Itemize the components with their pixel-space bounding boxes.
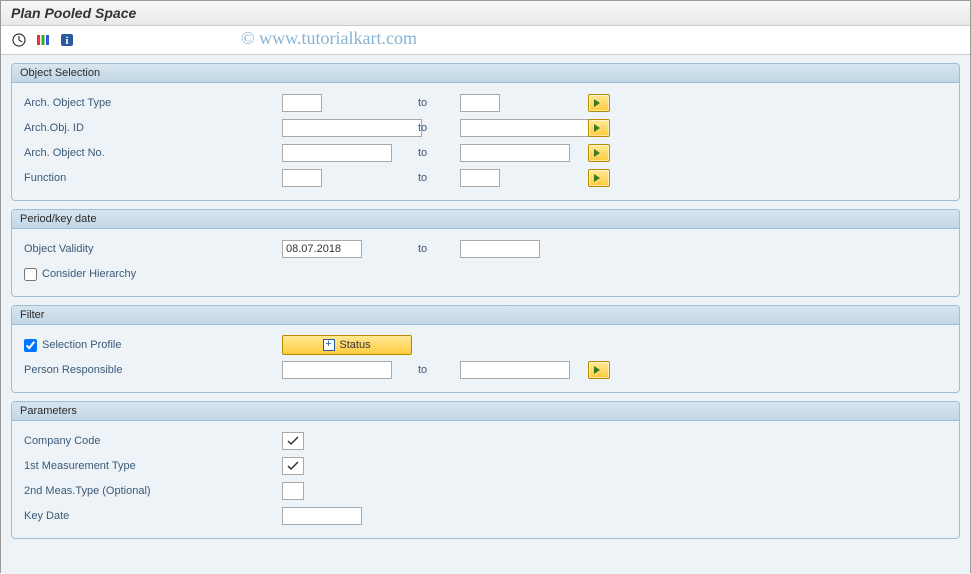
- arch-object-no-to[interactable]: [460, 144, 570, 162]
- label-key-date: Key Date: [22, 510, 282, 522]
- company-code-checkfield[interactable]: [282, 432, 304, 450]
- label-arch-object-no: Arch. Object No.: [22, 147, 282, 159]
- consider-hierarchy-text: Consider Hierarchy: [42, 268, 136, 280]
- to-label: to: [400, 364, 460, 376]
- row-arch-obj-id: Arch.Obj. ID to: [22, 117, 949, 139]
- checkmark-icon: [287, 460, 299, 472]
- multi-select-function[interactable]: [588, 169, 610, 187]
- multi-select-arch-object-type[interactable]: [588, 94, 610, 112]
- to-label: to: [400, 243, 460, 255]
- row-person-responsible: Person Responsible to: [22, 359, 949, 381]
- label-second-meas-type: 2nd Meas.Type (Optional): [22, 485, 282, 497]
- person-responsible-from[interactable]: [282, 361, 392, 379]
- label-selection-profile[interactable]: Selection Profile: [22, 339, 282, 352]
- status-button-label: Status: [339, 339, 370, 351]
- execute-icon[interactable]: [9, 30, 29, 50]
- selection-profile-text: Selection Profile: [42, 339, 122, 351]
- checkmark-icon: [287, 435, 299, 447]
- label-object-validity: Object Validity: [22, 243, 282, 255]
- panel-parameters: Parameters Company Code 1st Measurement …: [11, 401, 960, 539]
- label-arch-obj-id: Arch.Obj. ID: [22, 122, 282, 134]
- consider-hierarchy-checkbox[interactable]: [24, 268, 37, 281]
- label-company-code: Company Code: [22, 435, 282, 447]
- function-from[interactable]: [282, 169, 322, 187]
- label-first-meas-type: 1st Measurement Type: [22, 460, 282, 472]
- panel-object-selection: Object Selection Arch. Object Type to Ar…: [11, 63, 960, 201]
- second-meas-type-field[interactable]: [282, 482, 304, 500]
- to-label: to: [400, 147, 460, 159]
- arch-object-type-from[interactable]: [282, 94, 322, 112]
- svg-text:i: i: [65, 35, 68, 47]
- row-arch-object-type: Arch. Object Type to: [22, 92, 949, 114]
- panel-filter: Filter Selection Profile Status Person R…: [11, 305, 960, 393]
- row-function: Function to: [22, 167, 949, 189]
- application-toolbar: i © www.tutorialkart.com: [1, 26, 970, 55]
- row-arch-object-no: Arch. Object No. to: [22, 142, 949, 164]
- person-responsible-to[interactable]: [460, 361, 570, 379]
- panel-header-parameters: Parameters: [12, 402, 959, 421]
- label-person-responsible: Person Responsible: [22, 364, 282, 376]
- to-label: to: [400, 97, 460, 109]
- selection-profile-checkbox[interactable]: [24, 339, 37, 352]
- multi-select-person-responsible[interactable]: [588, 361, 610, 379]
- watermark: © www.tutorialkart.com: [241, 28, 417, 49]
- key-date-field[interactable]: [282, 507, 362, 525]
- panel-header-object-selection: Object Selection: [12, 64, 959, 83]
- info-icon[interactable]: i: [57, 30, 77, 50]
- panel-period: Period/key date Object Validity to Consi…: [11, 209, 960, 297]
- row-second-meas-type: 2nd Meas.Type (Optional): [22, 480, 949, 502]
- to-label: to: [400, 172, 460, 184]
- label-consider-hierarchy[interactable]: Consider Hierarchy: [22, 268, 282, 281]
- first-meas-type-checkfield[interactable]: [282, 457, 304, 475]
- variants-icon[interactable]: [33, 30, 53, 50]
- row-object-validity: Object Validity to: [22, 238, 949, 260]
- panel-header-period: Period/key date: [12, 210, 959, 229]
- label-arch-object-type: Arch. Object Type: [22, 97, 282, 109]
- row-first-meas-type: 1st Measurement Type: [22, 455, 949, 477]
- status-button[interactable]: Status: [282, 335, 412, 355]
- multi-select-arch-obj-id[interactable]: [588, 119, 610, 137]
- content-area: Object Selection Arch. Object Type to Ar…: [1, 55, 970, 574]
- row-consider-hierarchy: Consider Hierarchy: [22, 263, 949, 285]
- row-selection-profile: Selection Profile Status: [22, 334, 949, 356]
- page-title: Plan Pooled Space: [1, 1, 970, 26]
- panel-header-filter: Filter: [12, 306, 959, 325]
- row-key-date: Key Date: [22, 505, 949, 527]
- function-to[interactable]: [460, 169, 500, 187]
- object-validity-to[interactable]: [460, 240, 540, 258]
- label-function: Function: [22, 172, 282, 184]
- expand-icon: [323, 339, 335, 351]
- multi-select-arch-object-no[interactable]: [588, 144, 610, 162]
- arch-object-type-to[interactable]: [460, 94, 500, 112]
- to-label: to: [400, 122, 460, 134]
- object-validity-from[interactable]: [282, 240, 362, 258]
- arch-object-no-from[interactable]: [282, 144, 392, 162]
- row-company-code: Company Code: [22, 430, 949, 452]
